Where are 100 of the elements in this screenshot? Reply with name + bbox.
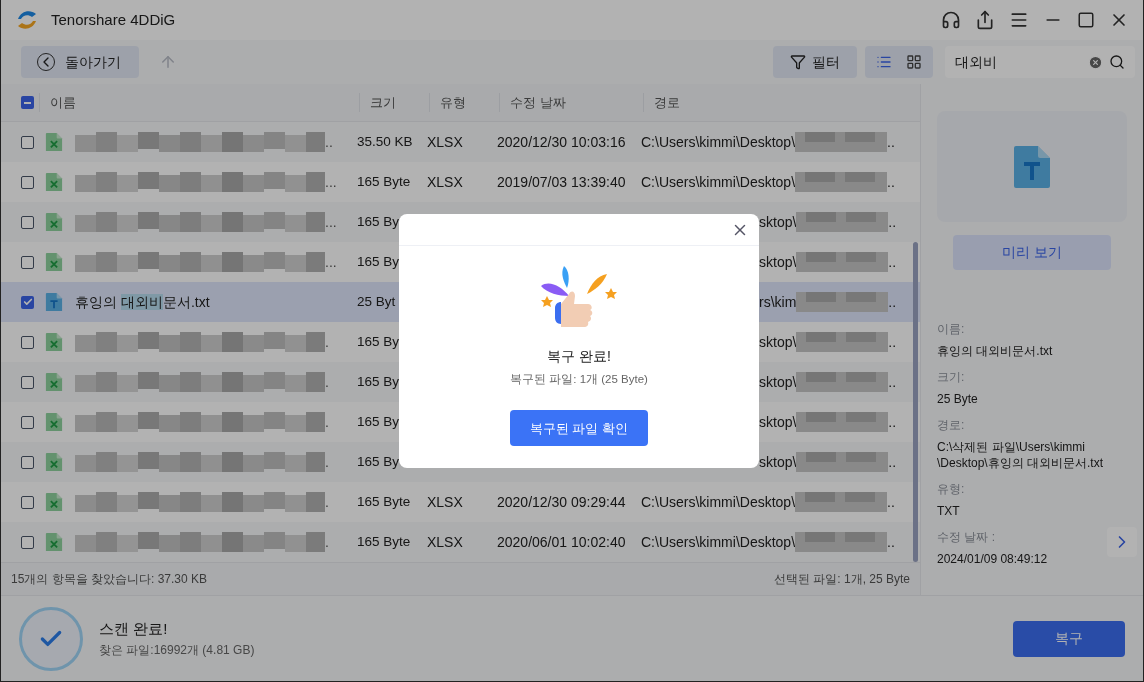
spreadsheet-file-icon (45, 212, 63, 232)
spreadsheet-file-icon (45, 172, 63, 192)
type-cell: XLSX (427, 533, 463, 550)
size-cell-text: 35.50 KB (357, 132, 414, 151)
detail-value: 2024/01/09 08:49:12 (937, 551, 1049, 567)
filter-icon (790, 54, 806, 70)
column-header[interactable]: 크기 (359, 92, 429, 113)
ellipsis: .. (888, 332, 897, 352)
size-cell-text: 165 By (357, 332, 401, 351)
ellipsis: .. (887, 532, 895, 552)
window-title: Tenorshare 4DDiG (51, 9, 176, 30)
size-cell-text: 165 By (357, 412, 401, 431)
ellipsis: .. (887, 132, 895, 152)
back-button[interactable]: 돌아가기 (21, 46, 139, 78)
type-cell: XLSX (427, 173, 463, 190)
detail-value: 25 Byte (937, 391, 979, 407)
text-file-icon (1012, 145, 1052, 188)
size-cell-text: 165 Byte (357, 532, 412, 551)
path-cell-text: sktop\ (759, 452, 797, 472)
scan-summary: 찾은 파일:16992개 (4.81 GB) (99, 641, 255, 659)
ellipsis: .. (888, 452, 897, 472)
logo-icon (15, 9, 39, 31)
column-header[interactable]: 유형 (429, 92, 499, 113)
path-cell-text: C:\Users\kimmi\Desktop\ (641, 132, 796, 152)
size-cell-text: 165 By (357, 212, 401, 231)
ellipsis: .. (888, 212, 897, 232)
spreadsheet-file-icon (45, 532, 63, 552)
ellipsis: ... (325, 252, 337, 272)
recover-button[interactable]: 복구 (1013, 620, 1125, 657)
checkbox[interactable] (21, 215, 34, 229)
path-cell-text: sktop\ (759, 412, 797, 432)
search-input[interactable]: 대외비 (955, 51, 1082, 73)
path-cell-text: sktop\ (759, 332, 797, 352)
checkbox[interactable] (21, 295, 34, 309)
clear-icon[interactable] (1088, 54, 1103, 70)
next-button[interactable] (1107, 527, 1137, 557)
checkbox[interactable] (21, 535, 34, 549)
type-cell: XLSX (427, 493, 463, 510)
ellipsis: . (325, 452, 329, 472)
detail-label: 이름: (937, 321, 965, 338)
checkbox[interactable] (21, 135, 34, 149)
spreadsheet-file-icon (45, 132, 63, 152)
detail-value: TXT (937, 503, 961, 519)
detail-label: 유형: (937, 481, 965, 498)
size-cell-text: 25 Byt (357, 292, 397, 311)
path-cell-text: sktop\ (759, 212, 797, 232)
date-cell: 2020/06/01 10:02:40 (497, 533, 626, 550)
support-icon[interactable] (941, 10, 961, 30)
size-cell-text: 165 By (357, 372, 401, 391)
checkbox[interactable] (21, 495, 34, 509)
ellipsis: ... (325, 212, 337, 232)
date-cell: 2020/12/30 09:29:44 (497, 493, 626, 510)
size-cell-text: 165 By (357, 252, 401, 271)
path-cell-text: C:\Users\kimmi\Desktop\ (641, 492, 796, 512)
share-icon[interactable] (975, 10, 995, 30)
detail-value: C:\삭제된 파일\Users\kimmi \Desktop\휴잉의 대외비문서.txt (937, 439, 1105, 471)
view-recovered-button[interactable]: 복구된 파일 확인 (510, 410, 648, 447)
select-all-checkbox[interactable] (21, 96, 34, 109)
path-cell-text: sktop\ (759, 372, 797, 392)
ellipsis: .. (888, 292, 897, 312)
checkbox[interactable] (21, 415, 34, 429)
spreadsheet-file-icon (45, 252, 63, 272)
ellipsis: .. (325, 132, 333, 152)
checkbox[interactable] (21, 255, 34, 269)
column-header[interactable]: 이름 (39, 92, 359, 113)
selection-summary: 선택된 파일: 1개, 25 Byte (773, 571, 910, 588)
file-name: 휴잉의 대외비 문서.txt (75, 292, 210, 312)
filter-button[interactable]: 필터 (773, 46, 857, 78)
ellipsis: .. (888, 412, 897, 432)
detail-label: 경로: (937, 417, 965, 434)
column-header[interactable]: 경로 (643, 92, 913, 113)
ellipsis: . (325, 492, 329, 512)
maximize-icon[interactable] (1077, 11, 1095, 29)
menu-icon[interactable] (1009, 10, 1029, 30)
dialog-title: 복구 완료! (547, 347, 611, 366)
detail-label: 수정 날짜 : (937, 529, 995, 546)
ellipsis: . (325, 372, 329, 392)
spreadsheet-file-icon (45, 332, 63, 352)
spreadsheet-file-icon (45, 372, 63, 392)
scrollbar[interactable] (913, 242, 918, 562)
date-cell: 2019/07/03 13:39:40 (497, 173, 626, 190)
spreadsheet-file-icon (45, 492, 63, 512)
checkbox[interactable] (21, 335, 34, 349)
spreadsheet-file-icon (45, 452, 63, 472)
checkbox[interactable] (21, 175, 34, 189)
checkbox[interactable] (21, 455, 34, 469)
date-cell: 2020/12/30 10:03:16 (497, 133, 626, 150)
ellipsis: .. (888, 372, 897, 392)
size-cell-text: 165 Byte (357, 172, 412, 191)
ellipsis: . (325, 532, 329, 552)
search-field[interactable]: 대외비 (945, 46, 1135, 78)
search-icon[interactable] (1109, 54, 1125, 70)
column-header[interactable]: 수정 날짜 (499, 92, 643, 113)
spreadsheet-file-icon (45, 412, 63, 432)
type-cell: XLSX (427, 133, 463, 150)
preview-button[interactable]: 미리 보기 (953, 235, 1111, 270)
text-file-icon (45, 292, 63, 312)
path-cell-text: sktop\ (759, 252, 797, 272)
checkbox[interactable] (21, 375, 34, 389)
path-cell-text: C:\Users\kimmi\Desktop\ (641, 532, 796, 552)
